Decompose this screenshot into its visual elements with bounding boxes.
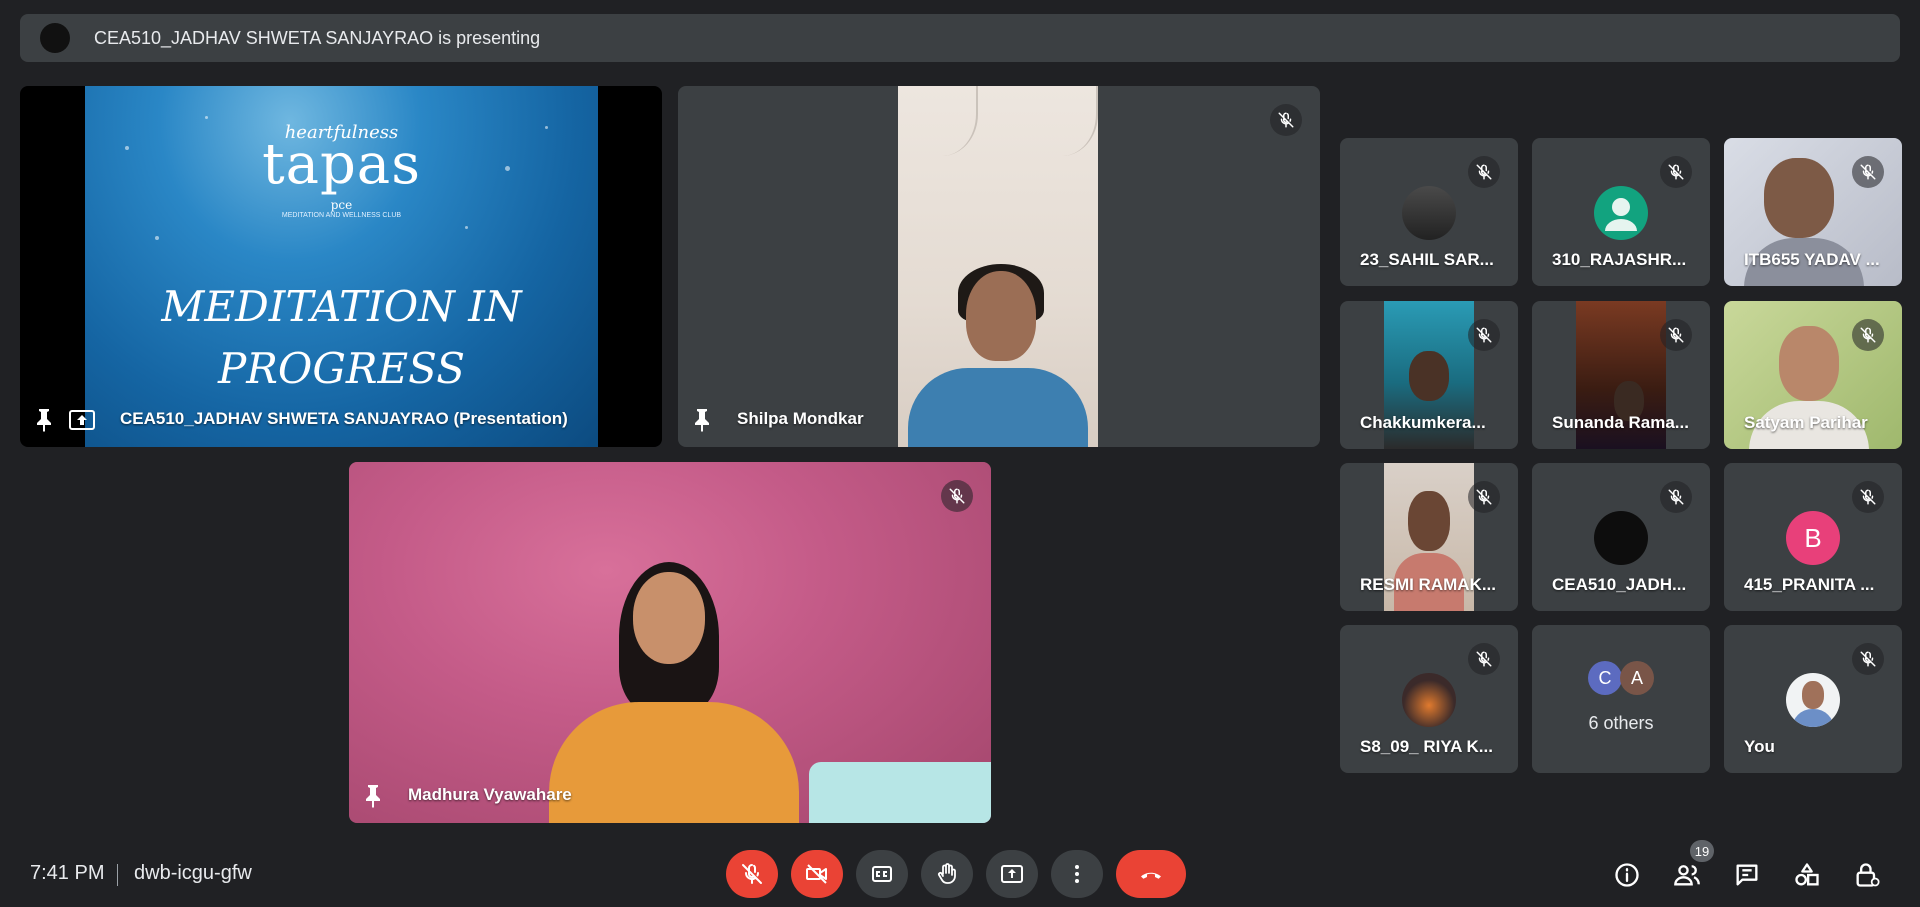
slide-brand-sub: pce xyxy=(330,198,353,212)
participant-name: You xyxy=(1744,737,1775,756)
participant-tile[interactable]: Satyam Parihar xyxy=(1724,301,1902,449)
mic-off-icon xyxy=(1852,156,1884,188)
mic-off-icon xyxy=(742,864,762,884)
bottom-bar: 7:41 PM dwb-icgu-gfw xyxy=(0,850,1920,902)
participant-tile[interactable]: S8_09_ RIYA K... xyxy=(1340,625,1518,773)
videocam-off-icon xyxy=(806,864,827,884)
participant-name: S8_09_ RIYA K... xyxy=(1360,737,1493,756)
separator xyxy=(117,864,118,886)
pin-icon[interactable] xyxy=(363,784,383,808)
participant-name: 310_RAJASHR... xyxy=(1552,250,1687,269)
participant-name: 415_PRANITA ... xyxy=(1744,575,1875,594)
mic-off-icon xyxy=(1468,156,1500,188)
slide-brand-logo: tapas xyxy=(262,132,421,197)
mic-off-icon xyxy=(941,480,973,512)
camera-toggle-button[interactable] xyxy=(791,850,843,898)
present-screen-icon xyxy=(69,410,95,430)
activities-button[interactable] xyxy=(1790,858,1824,892)
host-controls-button[interactable] xyxy=(1850,858,1884,892)
mic-off-icon xyxy=(1852,481,1884,513)
chat-icon xyxy=(1736,864,1758,886)
mic-off-icon xyxy=(1660,481,1692,513)
people-button[interactable] xyxy=(1670,858,1704,892)
presenting-text: CEA510_JADHAV SHWETA SANJAYRAO is presen… xyxy=(94,27,541,48)
others-label: 6 others xyxy=(1588,713,1654,733)
slide-brand-tag: MEDITATION AND WELLNESS CLUB xyxy=(281,212,402,219)
leave-call-button[interactable] xyxy=(1116,850,1186,898)
participant-name: Madhura Vyawahare xyxy=(408,785,572,804)
participant-name: ITB655 YADAV ... xyxy=(1744,250,1880,269)
people-count-badge: 19 xyxy=(1690,840,1714,862)
avatar xyxy=(1402,186,1456,240)
more-options-button[interactable] xyxy=(1051,850,1103,898)
participant-name: Satyam Parihar xyxy=(1744,413,1868,432)
participant-tile[interactable]: B 415_PRANITA ... xyxy=(1724,463,1902,611)
participant-name: 23_SAHIL SAR... xyxy=(1360,250,1494,269)
avatar xyxy=(1402,673,1456,727)
participant-tile[interactable]: 23_SAHIL SAR... xyxy=(1340,138,1518,286)
mic-off-icon xyxy=(1660,156,1692,188)
participant-name: CEA510_JADH... xyxy=(1552,575,1687,594)
participant-tile[interactable]: ITB655 YADAV ... xyxy=(1724,138,1902,286)
present-button[interactable] xyxy=(986,850,1038,898)
participant-name: RESMI RAMAK... xyxy=(1360,575,1496,594)
avatar: B xyxy=(1786,511,1840,565)
presentation-slide: heartfulness tapas pce MEDITATION AND WE… xyxy=(85,86,598,447)
raise-hand-icon xyxy=(937,863,956,884)
slide-heading: MEDITATION IN PROGRESS xyxy=(85,276,598,400)
participant-name: Shilpa Mondkar xyxy=(737,409,864,428)
participant-video xyxy=(1764,158,1834,238)
participant-tile-madhura[interactable]: Madhura Vyawahare xyxy=(349,462,991,823)
participant-tile[interactable]: CEA510_JADH... xyxy=(1532,463,1710,611)
chat-button[interactable] xyxy=(1730,858,1764,892)
pin-icon[interactable] xyxy=(34,408,54,432)
raise-hand-button[interactable] xyxy=(921,850,973,898)
info-icon xyxy=(1615,863,1639,887)
mic-off-icon xyxy=(1468,319,1500,351)
avatar: C xyxy=(1588,661,1622,695)
avatar: A xyxy=(1620,661,1654,695)
participant-tile-shilpa[interactable]: Shilpa Mondkar xyxy=(678,86,1320,447)
self-tile[interactable]: You xyxy=(1724,625,1902,773)
avatar xyxy=(1594,511,1648,565)
mic-off-icon xyxy=(1468,481,1500,513)
presentation-tile[interactable]: heartfulness tapas pce MEDITATION AND WE… xyxy=(20,86,662,447)
activities-icon xyxy=(1795,863,1819,886)
participant-video xyxy=(1779,326,1839,401)
meet-window: CEA510_JADHAV SHWETA SANJAYRAO is presen… xyxy=(0,0,1920,907)
mic-off-icon xyxy=(1852,643,1884,675)
avatar xyxy=(1594,186,1648,240)
call-end-icon xyxy=(1141,872,1161,879)
mic-off-icon xyxy=(1468,643,1500,675)
participant-name: Chakkumkera... xyxy=(1360,413,1486,432)
slide-heading-line1: MEDITATION IN xyxy=(161,282,522,331)
clock: 7:41 PM xyxy=(30,862,105,884)
presenter-avatar xyxy=(40,23,70,53)
mic-off-icon xyxy=(1660,319,1692,351)
participant-tile[interactable]: 310_RAJASHR... xyxy=(1532,138,1710,286)
others-tile[interactable]: C A 6 others xyxy=(1532,625,1710,773)
closed-caption-icon xyxy=(872,866,892,882)
avatar xyxy=(1786,673,1840,727)
meeting-code: dwb-icgu-gfw xyxy=(134,862,252,884)
mic-toggle-button[interactable] xyxy=(726,850,778,898)
slide-heading-line2: PROGRESS xyxy=(218,344,465,393)
pin-icon[interactable] xyxy=(692,408,712,432)
mic-off-icon xyxy=(1270,104,1302,136)
meeting-details-button[interactable] xyxy=(1610,858,1644,892)
participant-name: Sunanda Rama... xyxy=(1552,413,1689,432)
participant-tile[interactable]: Chakkumkera... xyxy=(1340,301,1518,449)
more-vert-icon xyxy=(1075,865,1079,883)
host-controls-icon xyxy=(1856,863,1880,887)
mic-off-icon xyxy=(1852,319,1884,351)
participant-tile[interactable]: RESMI RAMAK... xyxy=(1340,463,1518,611)
people-icon xyxy=(1674,865,1700,886)
participant-video xyxy=(349,462,991,823)
presenting-banner: CEA510_JADHAV SHWETA SANJAYRAO is presen… xyxy=(20,14,1900,62)
captions-button[interactable] xyxy=(856,850,908,898)
presentation-name: CEA510_JADHAV SHWETA SANJAYRAO (Presenta… xyxy=(120,409,568,428)
participant-video xyxy=(898,86,1098,447)
participant-tile[interactable]: Sunanda Rama... xyxy=(1532,301,1710,449)
present-screen-icon xyxy=(1001,865,1023,883)
